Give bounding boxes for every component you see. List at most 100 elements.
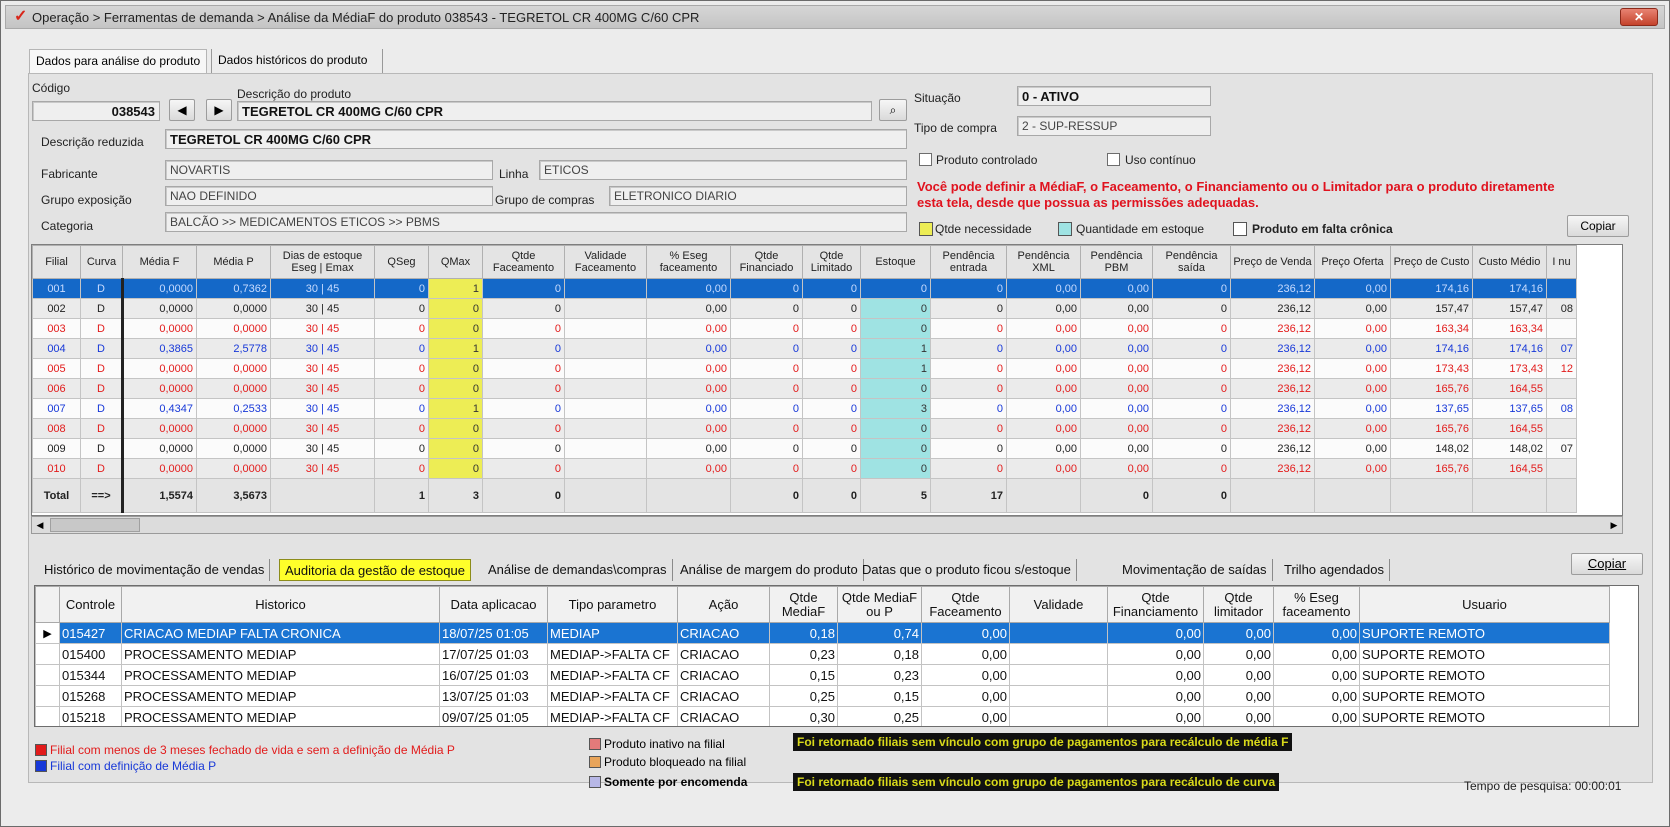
tab-datas-sem-estoque[interactable]: Datas que o produto ficou s/estoque bbox=[857, 559, 1077, 581]
filial-row[interactable]: 007 D 0,4347 0,2533 30 | 45 0 1 0 0,00 0 0 3 0 0,00 0,… bbox=[32, 398, 1577, 419]
auditoria-row[interactable]: 015268 PROCESSAMENTO MEDIAP 13/07/25 01:03… bbox=[35, 685, 1610, 707]
categoria-field[interactable]: BALCÃO >> MEDICAMENTOS ETICOS >> PBMS bbox=[165, 212, 907, 232]
desc-reduzida-field[interactable]: TEGRETOL CR 400MG C/60 CPR bbox=[165, 129, 907, 149]
filial-cell: 0 bbox=[802, 358, 861, 379]
close-button[interactable]: ✕ bbox=[1620, 8, 1658, 26]
auditoria-col-header[interactable]: Qtde Faceamento bbox=[921, 586, 1010, 623]
auditoria-col-header[interactable]: Qtde MediaF bbox=[769, 586, 838, 623]
uso-continuo-checkbox[interactable] bbox=[1107, 153, 1120, 166]
auditoria-col-header[interactable]: Ação bbox=[677, 586, 770, 623]
horizontal-scrollbar[interactable]: ◀ ▶ bbox=[31, 516, 1623, 534]
filial-row[interactable]: 008 D 0,0000 0,0000 30 | 45 0 0 0 0,00 0 0 0 0 0,00 0,… bbox=[32, 418, 1577, 439]
legend-produto-inativo: Produto inativo na filial bbox=[589, 737, 725, 751]
auditoria-col-header[interactable]: Validade bbox=[1009, 586, 1108, 623]
tab-dados-analise[interactable]: Dados para análise do produto bbox=[29, 49, 207, 73]
scroll-right-icon[interactable]: ▶ bbox=[1606, 518, 1622, 532]
auditoria-cell: 0,23 bbox=[837, 664, 922, 686]
auditoria-col-header[interactable] bbox=[35, 586, 60, 623]
filial-cell: 0 bbox=[802, 378, 861, 399]
codigo-field[interactable]: 038543 bbox=[32, 101, 160, 121]
auditoria-col-header[interactable]: Tipo parametro bbox=[547, 586, 678, 623]
copiar-bottom-button[interactable]: Copiar bbox=[1571, 553, 1643, 575]
tab-analise-margem[interactable]: Análise de margem do produto bbox=[675, 559, 864, 581]
filial-cell: 30 | 45 bbox=[270, 278, 375, 299]
filiais-col-header[interactable]: I nu bbox=[1546, 245, 1577, 279]
filiais-col-header[interactable]: Preço de Custo bbox=[1390, 245, 1473, 279]
tab-historico-vendas[interactable]: Histórico de movimentação de vendas bbox=[39, 559, 271, 581]
filial-cell: 1 bbox=[428, 338, 483, 359]
auditoria-col-header[interactable]: Historico bbox=[121, 586, 440, 623]
grupo-compras-field[interactable]: ELETRONICO DIARIO bbox=[609, 186, 907, 206]
filiais-col-header[interactable]: Validade Faceamento bbox=[564, 245, 647, 279]
auditoria-cell: 0,00 bbox=[921, 706, 1010, 726]
filiais-col-header[interactable]: Pendência PBM bbox=[1080, 245, 1153, 279]
filial-row[interactable]: 005 D 0,0000 0,0000 30 | 45 0 0 0 0,00 0 0 1 0 0,00 0,… bbox=[32, 358, 1577, 379]
filiais-col-header[interactable]: Pendência saída bbox=[1152, 245, 1231, 279]
filiais-col-header[interactable]: Qtde Limitado bbox=[802, 245, 861, 279]
search-product-button[interactable]: ⌕ bbox=[879, 99, 907, 121]
filiais-col-header[interactable]: Preço de Venda bbox=[1230, 245, 1315, 279]
filiais-col-header[interactable]: Pendência entrada bbox=[930, 245, 1007, 279]
filiais-col-header[interactable]: Média F bbox=[122, 245, 197, 279]
auditoria-col-header[interactable]: Controle bbox=[59, 586, 122, 623]
filial-cell: 0 bbox=[1152, 298, 1231, 319]
auditoria-cell: MEDIAP->FALTA CF bbox=[547, 664, 678, 686]
filial-row[interactable]: 009 D 0,0000 0,0000 30 | 45 0 0 0 0,00 0 0 0 0 0,00 0,… bbox=[32, 438, 1577, 459]
auditoria-col-header[interactable]: Usuario bbox=[1359, 586, 1610, 623]
auditoria-row[interactable]: ▶ 015427 CRIACAO MEDIAP FALTA CRONICA 18/07… bbox=[35, 622, 1610, 644]
auditoria-col-header[interactable]: Qtde limitador bbox=[1203, 586, 1274, 623]
filiais-col-header[interactable]: Qtde Faceamento bbox=[482, 245, 565, 279]
filial-row[interactable]: 001 D 0,0000 0,7362 30 | 45 0 1 0 0,00 0 0 0 0 0,00 0,… bbox=[32, 278, 1577, 299]
tab-analise-demandas[interactable]: Análise de demandas\compras bbox=[483, 559, 673, 581]
grupo-exposicao-field[interactable]: NAO DEFINIDO bbox=[165, 186, 493, 206]
filial-cell: 0,0000 bbox=[196, 358, 271, 379]
auditoria-row[interactable]: 015344 PROCESSAMENTO MEDIAP 16/07/25 01:03… bbox=[35, 664, 1610, 686]
tab-dados-historicos[interactable]: Dados históricos do produto bbox=[211, 49, 383, 73]
filiais-col-header[interactable]: Dias de estoque Eseg | Emax bbox=[270, 245, 375, 279]
filial-cell: 0,0000 bbox=[196, 418, 271, 439]
auditoria-grid[interactable]: Controle Historico Data aplicacao Tipo para… bbox=[34, 585, 1639, 727]
scroll-thumb[interactable] bbox=[50, 518, 140, 532]
filiais-col-header[interactable]: Pendência XML bbox=[1006, 245, 1081, 279]
filial-cell: 0,00 bbox=[646, 398, 731, 419]
filiais-col-header[interactable]: Filial bbox=[32, 245, 81, 279]
auditoria-row[interactable]: 015400 PROCESSAMENTO MEDIAP 17/07/25 01:03… bbox=[35, 643, 1610, 665]
tab-trilho-agendados[interactable]: Trilho agendados bbox=[1279, 559, 1390, 581]
scroll-left-icon[interactable]: ◀ bbox=[32, 518, 48, 532]
tipo-compra-field[interactable]: 2 - SUP-RESSUP bbox=[1017, 116, 1211, 136]
filial-row[interactable]: 010 D 0,0000 0,0000 30 | 45 0 0 0 0,00 0 0 0 0 0,00 0,… bbox=[32, 458, 1577, 479]
filiais-col-header[interactable]: Curva bbox=[80, 245, 123, 279]
tab-auditoria-gestao[interactable]: Auditoria da gestão de estoque bbox=[279, 559, 471, 581]
filiais-col-header[interactable]: QMax bbox=[428, 245, 483, 279]
filial-cell: 0,00 bbox=[1314, 278, 1391, 299]
filiais-col-header[interactable]: Média P bbox=[196, 245, 271, 279]
legend-inativo-text: Produto inativo na filial bbox=[604, 737, 725, 751]
situacao-field[interactable]: 0 - ATIVO bbox=[1017, 86, 1211, 106]
auditoria-col-header[interactable]: Qtde Financiamento bbox=[1107, 586, 1204, 623]
copiar-top-button[interactable]: Copiar bbox=[1567, 215, 1629, 237]
filiais-col-header[interactable]: Preço Oferta bbox=[1314, 245, 1391, 279]
prev-arrow-button[interactable]: ◀ bbox=[169, 99, 195, 121]
auditoria-row[interactable]: 015218 PROCESSAMENTO MEDIAP 09/07/25 01:05… bbox=[35, 706, 1610, 726]
filiais-col-header[interactable]: Custo Médio bbox=[1472, 245, 1547, 279]
linha-field[interactable]: ETICOS bbox=[539, 160, 907, 180]
next-arrow-button[interactable]: ▶ bbox=[206, 99, 232, 121]
filiais-grid[interactable]: Filial Curva Média F Média P Dias de estoque… bbox=[31, 244, 1623, 516]
filiais-col-header[interactable]: Qtde Financiado bbox=[730, 245, 803, 279]
auditoria-cell: 13/07/25 01:03 bbox=[439, 685, 548, 707]
tab-movimentacao-saidas[interactable]: Movimentação de saídas bbox=[1117, 559, 1273, 581]
filial-row[interactable]: 004 D 0,3865 2,5778 30 | 45 0 1 0 0,00 0 0 1 0 0,00 0,… bbox=[32, 338, 1577, 359]
filial-row[interactable]: 002 D 0,0000 0,0000 30 | 45 0 0 0 0,00 0 0 0 0 0,00 0,… bbox=[32, 298, 1577, 319]
auditoria-col-header[interactable]: Data aplicacao bbox=[439, 586, 548, 623]
produto-controlado-checkbox[interactable] bbox=[919, 153, 932, 166]
auditoria-cell: 0,25 bbox=[837, 706, 922, 726]
auditoria-col-header[interactable]: % Eseg faceamento bbox=[1273, 586, 1360, 623]
filial-row[interactable]: 003 D 0,0000 0,0000 30 | 45 0 0 0 0,00 0 0 0 0 0,00 0,… bbox=[32, 318, 1577, 339]
filiais-col-header[interactable]: Estoque bbox=[860, 245, 931, 279]
auditoria-col-header[interactable]: Qtde MediaF ou P bbox=[837, 586, 922, 623]
descricao-field[interactable]: TEGRETOL CR 400MG C/60 CPR bbox=[237, 101, 872, 121]
filial-row[interactable]: 006 D 0,0000 0,0000 30 | 45 0 0 0 0,00 0 0 0 0 0,00 0,… bbox=[32, 378, 1577, 399]
filiais-col-header[interactable]: QSeg bbox=[374, 245, 429, 279]
filiais-col-header[interactable]: % Eseg faceamento bbox=[646, 245, 731, 279]
fabricante-field[interactable]: NOVARTIS bbox=[165, 160, 493, 180]
